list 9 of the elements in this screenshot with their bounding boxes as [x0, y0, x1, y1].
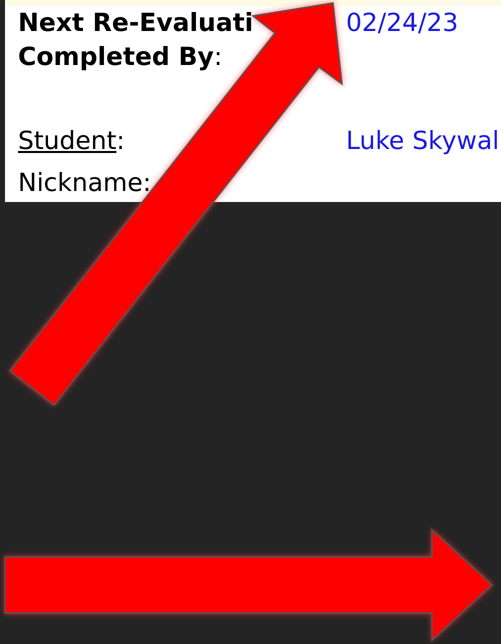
colon: :	[116, 126, 125, 155]
colon: :	[142, 168, 152, 197]
field-label: Nickname	[18, 168, 143, 197]
colon: :	[214, 42, 222, 71]
field-label: Next Re-Evaluati	[18, 8, 254, 37]
field-label: Student	[18, 126, 116, 155]
field-value: 02/24/23	[346, 7, 458, 39]
field-label: Completed By	[18, 42, 214, 71]
field-value: Luke Skywal	[346, 125, 500, 157]
